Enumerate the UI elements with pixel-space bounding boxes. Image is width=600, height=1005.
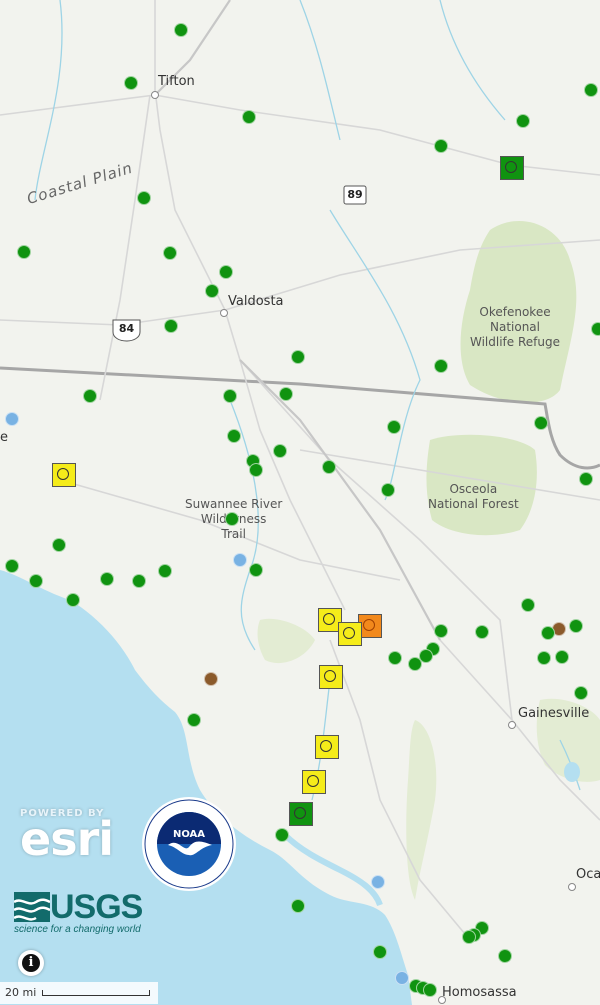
yellow-square-marker[interactable] bbox=[338, 622, 362, 646]
green-dot-marker[interactable] bbox=[322, 460, 336, 474]
green-dot-marker[interactable] bbox=[164, 319, 178, 333]
green-dot-marker[interactable] bbox=[223, 389, 237, 403]
green-dot-marker[interactable] bbox=[434, 139, 448, 153]
blue-dot-marker[interactable] bbox=[5, 412, 19, 426]
yellow-square-marker[interactable] bbox=[52, 463, 76, 487]
blue-dot-marker[interactable] bbox=[233, 553, 247, 567]
green-dot-marker[interactable] bbox=[137, 191, 151, 205]
green-dot-marker[interactable] bbox=[516, 114, 530, 128]
green-dot-marker[interactable] bbox=[249, 463, 263, 477]
map-view[interactable]: Tifton Valdosta Gainesville Homosassa Oc… bbox=[0, 0, 600, 1005]
green-dot-marker[interactable] bbox=[291, 899, 305, 913]
green-dot-marker[interactable] bbox=[66, 593, 80, 607]
noaa-text: NOAA bbox=[173, 829, 205, 840]
green-dot-marker[interactable] bbox=[462, 930, 476, 944]
city-label-oca: Oca bbox=[576, 867, 600, 882]
yellow-square-marker[interactable] bbox=[315, 735, 339, 759]
city-label-gainesville: Gainesville bbox=[518, 706, 590, 721]
green-dot-marker[interactable] bbox=[423, 983, 437, 997]
green-dot-marker[interactable] bbox=[17, 245, 31, 259]
usgs-tagline: science for a changing world bbox=[14, 924, 141, 935]
brown-dot-marker[interactable] bbox=[204, 672, 218, 686]
green-dot-marker[interactable] bbox=[555, 650, 569, 664]
green-dot-marker[interactable] bbox=[187, 713, 201, 727]
yellow-square-marker[interactable] bbox=[302, 770, 326, 794]
green-dot-marker[interactable] bbox=[388, 651, 402, 665]
green-dot-marker[interactable] bbox=[498, 949, 512, 963]
green-dot-marker[interactable] bbox=[124, 76, 138, 90]
blue-dot-marker[interactable] bbox=[371, 875, 385, 889]
yellow-square-marker[interactable] bbox=[319, 665, 343, 689]
noaa-logo: NOAA bbox=[142, 797, 236, 891]
green-dot-marker[interactable] bbox=[163, 246, 177, 260]
green-dot-marker[interactable] bbox=[219, 265, 233, 279]
green-dot-marker[interactable] bbox=[52, 538, 66, 552]
green-dot-marker[interactable] bbox=[100, 572, 114, 586]
green-dot-marker[interactable] bbox=[475, 625, 489, 639]
green-dot-marker[interactable] bbox=[541, 626, 555, 640]
info-icon: i bbox=[22, 954, 40, 972]
usgs-logo: USGS science for a changing world bbox=[14, 888, 143, 935]
green-dot-marker[interactable] bbox=[521, 598, 535, 612]
park-label-osceola: Osceola National Forest bbox=[428, 482, 519, 511]
green-dot-marker[interactable] bbox=[579, 472, 593, 486]
green-dot-marker[interactable] bbox=[242, 110, 256, 124]
blue-dot-marker[interactable] bbox=[395, 971, 409, 985]
green-square-marker[interactable] bbox=[500, 156, 524, 180]
usgs-wordmark: USGS bbox=[50, 888, 143, 926]
green-dot-marker[interactable] bbox=[569, 619, 583, 633]
green-dot-marker[interactable] bbox=[537, 651, 551, 665]
green-dot-marker[interactable] bbox=[5, 559, 19, 573]
green-dot-marker[interactable] bbox=[174, 23, 188, 37]
green-dot-marker[interactable] bbox=[275, 828, 289, 842]
green-dot-marker[interactable] bbox=[591, 322, 600, 336]
city-label-valdosta: Valdosta bbox=[228, 294, 284, 309]
green-dot-marker[interactable] bbox=[205, 284, 219, 298]
park-label-okefenokee: Okefenokee National Wildlife Refuge bbox=[470, 305, 560, 349]
green-dot-marker[interactable] bbox=[132, 574, 146, 588]
green-dot-marker[interactable] bbox=[158, 564, 172, 578]
green-dot-marker[interactable] bbox=[291, 350, 305, 364]
green-dot-marker[interactable] bbox=[373, 945, 387, 959]
info-button[interactable]: i bbox=[18, 950, 44, 976]
green-square-marker[interactable] bbox=[289, 802, 313, 826]
green-dot-marker[interactable] bbox=[387, 420, 401, 434]
esri-wordmark: esri bbox=[20, 812, 114, 866]
city-label-partial: e bbox=[0, 430, 8, 445]
green-dot-marker[interactable] bbox=[534, 416, 548, 430]
us-highway-shield: 89 bbox=[347, 188, 363, 201]
green-dot-marker[interactable] bbox=[249, 563, 263, 577]
green-dot-marker[interactable] bbox=[227, 429, 241, 443]
green-dot-marker[interactable] bbox=[584, 83, 598, 97]
green-dot-marker[interactable] bbox=[29, 574, 43, 588]
green-dot-marker[interactable] bbox=[83, 389, 97, 403]
city-label-homosassa: Homosassa bbox=[442, 985, 517, 1000]
green-dot-marker[interactable] bbox=[434, 359, 448, 373]
green-dot-marker[interactable] bbox=[273, 444, 287, 458]
scale-label: 20 mi bbox=[5, 986, 37, 999]
green-dot-marker[interactable] bbox=[434, 624, 448, 638]
green-dot-marker[interactable] bbox=[574, 686, 588, 700]
green-dot-marker[interactable] bbox=[225, 512, 239, 526]
scale-line bbox=[42, 990, 150, 996]
green-dot-marker[interactable] bbox=[381, 483, 395, 497]
usgs-wave-icon bbox=[14, 892, 50, 922]
green-dot-marker[interactable] bbox=[408, 657, 422, 671]
green-dot-marker[interactable] bbox=[279, 387, 293, 401]
interstate-shield: 84 bbox=[118, 322, 135, 335]
esri-logo: POWERED BY esri bbox=[20, 808, 114, 866]
scale-bar: 20 mi bbox=[0, 982, 158, 1004]
city-label-tifton: Tifton bbox=[158, 74, 195, 89]
